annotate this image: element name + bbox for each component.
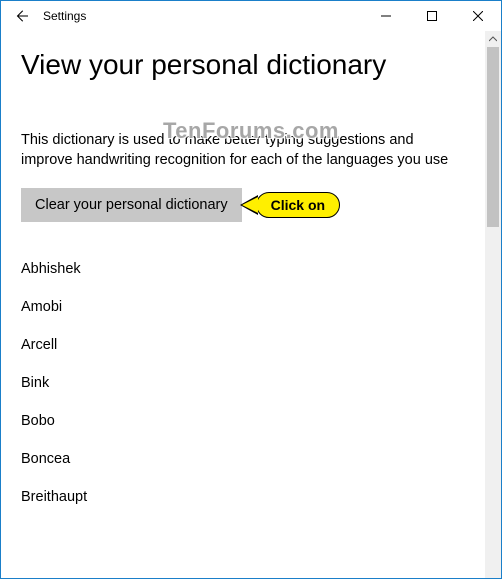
window-controls <box>363 1 501 31</box>
arrow-left-icon <box>14 9 28 23</box>
minimize-icon <box>381 11 391 21</box>
list-item: Abhishek <box>21 250 465 288</box>
chevron-up-icon <box>489 35 497 43</box>
list-item: Amobi <box>21 288 465 326</box>
window-title: Settings <box>43 9 86 23</box>
list-item: Breithaupt <box>21 478 465 516</box>
maximize-icon <box>427 11 437 21</box>
list-item: Arcell <box>21 326 465 364</box>
dictionary-word-list: Abhishek Amobi Arcell Bink Bobo Boncea B… <box>21 250 465 516</box>
scroll-thumb[interactable] <box>487 47 499 227</box>
back-button[interactable] <box>1 1 41 31</box>
maximize-button[interactable] <box>409 1 455 31</box>
callout-label: Click on <box>256 192 340 218</box>
page-title: View your personal dictionary <box>21 49 465 81</box>
content-area: View your personal dictionary This dicti… <box>1 31 485 578</box>
list-item: Bobo <box>21 402 465 440</box>
list-item: Boncea <box>21 440 465 478</box>
clear-dictionary-button[interactable]: Clear your personal dictionary <box>21 188 242 222</box>
page-description: This dictionary is used to make better t… <box>21 131 465 170</box>
titlebar: Settings <box>1 1 501 31</box>
close-button[interactable] <box>455 1 501 31</box>
minimize-button[interactable] <box>363 1 409 31</box>
list-item: Bink <box>21 364 465 402</box>
annotation-callout: Click on <box>240 192 340 218</box>
callout-pointer-icon <box>240 195 258 215</box>
scroll-up-button[interactable] <box>485 31 501 47</box>
close-icon <box>473 11 483 21</box>
vertical-scrollbar[interactable] <box>485 31 501 578</box>
